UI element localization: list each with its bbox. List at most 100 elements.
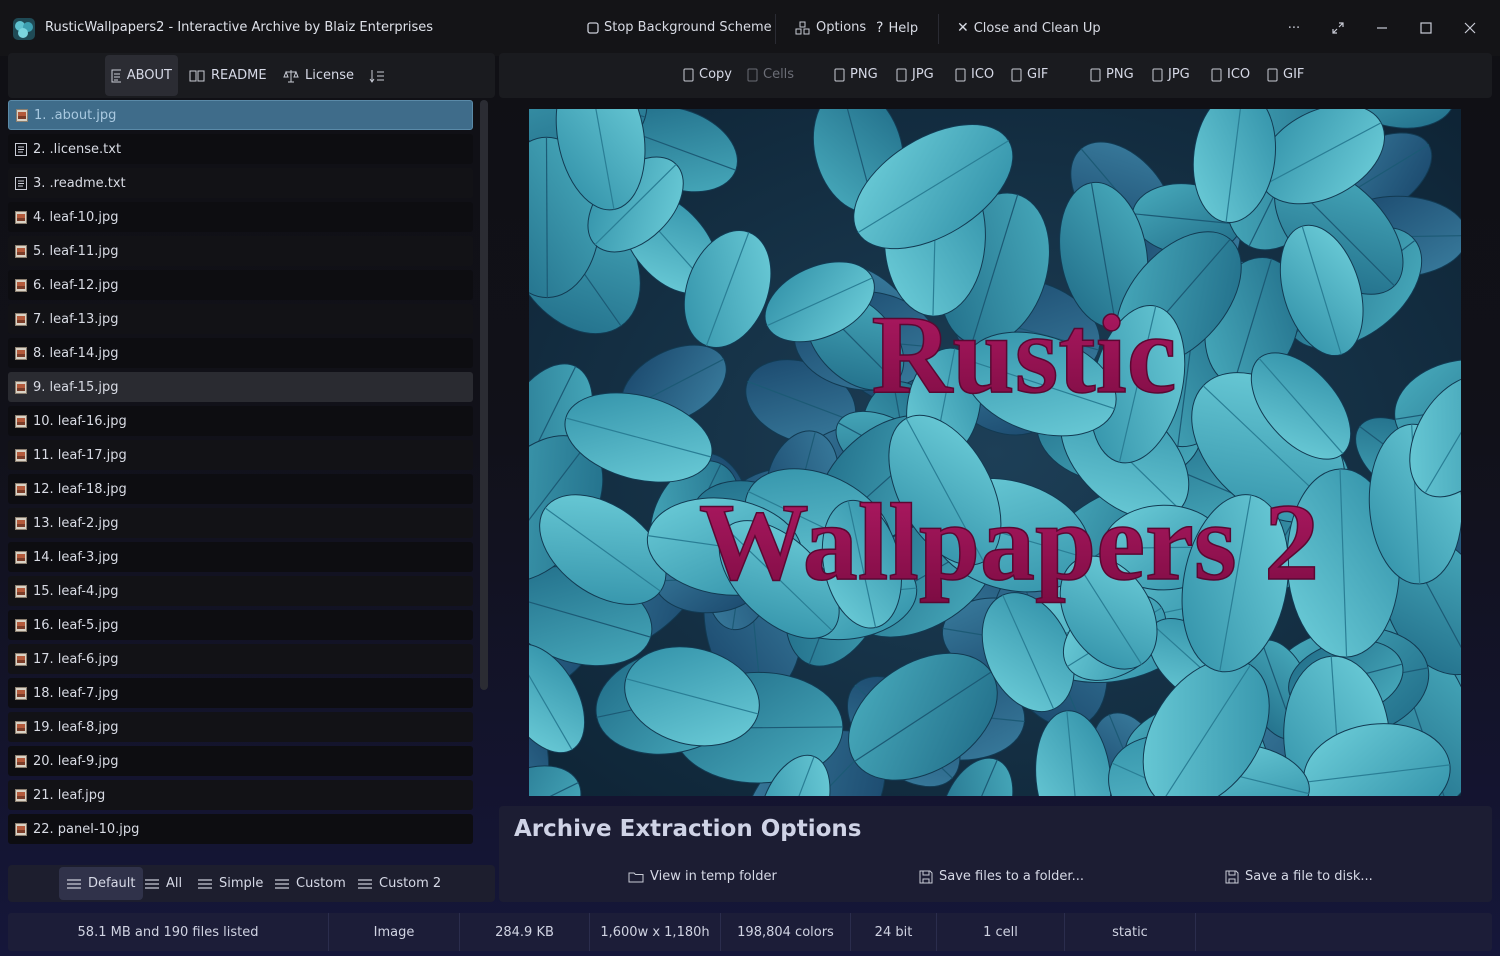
file-list-item[interactable]: 3. .readme.txt [8, 168, 473, 198]
tab-readme[interactable]: README [183, 55, 273, 96]
help-button[interactable]: ? Help [876, 20, 918, 36]
view-tab-custom-2[interactable]: Custom 2 [350, 867, 448, 900]
file-list-item[interactable]: 1. .about.jpg [8, 100, 473, 130]
file-name: 10. leaf-16.jpg [33, 413, 127, 429]
file-list-item[interactable]: 5. leaf-11.jpg [8, 236, 473, 266]
copy-icon [1211, 68, 1222, 81]
file-list-item[interactable]: 13. leaf-2.jpg [8, 508, 473, 538]
sort-button[interactable] [363, 55, 391, 96]
image-file-icon [15, 346, 27, 360]
list-icon [275, 878, 289, 889]
copy-icon [1090, 68, 1101, 81]
scales-icon [283, 69, 299, 82]
copy-icon [1267, 68, 1278, 81]
file-list-item[interactable]: 22. panel-10.jpg [8, 814, 473, 844]
file-list-scrollbar[interactable] [480, 100, 488, 690]
file-list-item[interactable]: 15. leaf-4.jpg [8, 576, 473, 606]
view-tab-all[interactable]: All [137, 867, 189, 900]
image-preview: Rustic Wallpapers 2 [529, 109, 1461, 796]
svg-text:Rustic: Rustic [872, 293, 1177, 417]
file-list-item[interactable]: 7. leaf-13.jpg [8, 304, 473, 334]
image-file-icon [15, 754, 27, 768]
copy-icon [683, 68, 694, 81]
file-name: 6. leaf-12.jpg [33, 277, 119, 293]
copy-gif-button[interactable]: GIF [1010, 67, 1048, 82]
close-and-clean-up-button[interactable]: ✕ Close and Clean Up [957, 20, 1101, 36]
copy-icon [1152, 68, 1163, 81]
image-file-icon [15, 652, 27, 666]
image-file-icon [15, 516, 27, 530]
file-list-item[interactable]: 6. leaf-12.jpg [8, 270, 473, 300]
image-file-icon [15, 312, 27, 326]
image-file-icon [15, 414, 27, 428]
file-name: 3. .readme.txt [33, 175, 126, 191]
save-file-to-disk-button[interactable]: Save a file to disk... [1225, 869, 1373, 884]
maximize-icon[interactable] [1414, 16, 1438, 40]
copy-icon [1011, 68, 1022, 81]
options-button[interactable]: Options [795, 20, 866, 35]
file-list-item[interactable]: 9. leaf-15.jpg [8, 372, 473, 402]
file-name: 14. leaf-3.jpg [33, 549, 119, 565]
file-list-item[interactable]: 10. leaf-16.jpg [8, 406, 473, 436]
view-tabs-bar: Default All Simple Custom Custom 2 [8, 865, 495, 902]
view-tab-custom[interactable]: Custom [267, 867, 353, 900]
file-list-item[interactable]: 18. leaf-7.jpg [8, 678, 473, 708]
copy-ico-button[interactable]: ICO [954, 67, 994, 82]
file-list-item[interactable]: 8. leaf-14.jpg [8, 338, 473, 368]
tab-license[interactable]: License [277, 55, 360, 96]
copy-jpg-button[interactable]: JPG [895, 67, 934, 82]
view-tab-simple[interactable]: Simple [190, 867, 270, 900]
status-type: Image [329, 913, 460, 951]
image-file-icon [15, 720, 27, 734]
document-icon [111, 69, 121, 82]
save-files-to-folder-button[interactable]: Save files to a folder... [919, 869, 1084, 884]
file-list-item[interactable]: 2. .license.txt [8, 134, 473, 164]
image-file-icon [15, 380, 27, 394]
copy-png-button[interactable]: PNG [833, 67, 878, 82]
save-png-button[interactable]: PNG [1089, 67, 1134, 82]
fullscreen-icon[interactable] [1326, 16, 1350, 40]
view-tab-default[interactable]: Default [59, 867, 143, 900]
save-gif-button[interactable]: GIF [1266, 67, 1304, 82]
file-name: 18. leaf-7.jpg [33, 685, 119, 701]
window-title: RusticWallpapers2 - Interactive Archive … [45, 20, 434, 35]
image-file-icon [15, 244, 27, 258]
file-list: 1. .about.jpg 2. .license.txt 3. .readme.t… [8, 100, 474, 858]
file-list-item[interactable]: 21. leaf.jpg [8, 780, 473, 810]
image-file-icon [15, 584, 27, 598]
minimize-icon[interactable] [1370, 16, 1394, 40]
stop-background-scheme-button[interactable]: Stop Background Scheme [587, 20, 772, 35]
status-colors: 198,804 colors [721, 913, 851, 951]
list-icon [67, 878, 81, 889]
file-list-item[interactable]: 19. leaf-8.jpg [8, 712, 473, 742]
text-file-icon [15, 176, 27, 190]
image-file-icon [15, 618, 27, 632]
file-list-item[interactable]: 14. leaf-3.jpg [8, 542, 473, 572]
file-name: 5. leaf-11.jpg [33, 243, 119, 259]
view-in-temp-folder-button[interactable]: View in temp folder [628, 869, 777, 884]
file-name: 4. leaf-10.jpg [33, 209, 119, 225]
more-menu-icon[interactable]: ··· [1282, 16, 1306, 40]
copy-button[interactable]: Copy [682, 67, 732, 82]
tab-about[interactable]: ABOUT [105, 55, 178, 96]
file-name: 17. leaf-6.jpg [33, 651, 119, 667]
save-jpg-button[interactable]: JPG [1151, 67, 1190, 82]
file-name: 13. leaf-2.jpg [33, 515, 119, 531]
file-list-item[interactable]: 16. leaf-5.jpg [8, 610, 473, 640]
text-file-icon [15, 142, 27, 156]
file-list-item[interactable]: 20. leaf-9.jpg [8, 746, 473, 776]
file-list-item[interactable]: 12. leaf-18.jpg [8, 474, 473, 504]
file-list-item[interactable]: 4. leaf-10.jpg [8, 202, 473, 232]
file-list-item[interactable]: 11. leaf-17.jpg [8, 440, 473, 470]
image-file-icon [15, 686, 27, 700]
copy-cells-button[interactable]: Cells [746, 67, 794, 82]
file-list-item[interactable]: 17. leaf-6.jpg [8, 644, 473, 674]
file-name: 8. leaf-14.jpg [33, 345, 119, 361]
image-file-icon [16, 108, 28, 122]
file-name: 9. leaf-15.jpg [33, 379, 119, 395]
save-icon [919, 870, 933, 883]
help-icon: ? [876, 20, 884, 36]
save-ico-button[interactable]: ICO [1210, 67, 1250, 82]
file-name: 16. leaf-5.jpg [33, 617, 119, 633]
window-close-icon[interactable] [1458, 16, 1482, 40]
